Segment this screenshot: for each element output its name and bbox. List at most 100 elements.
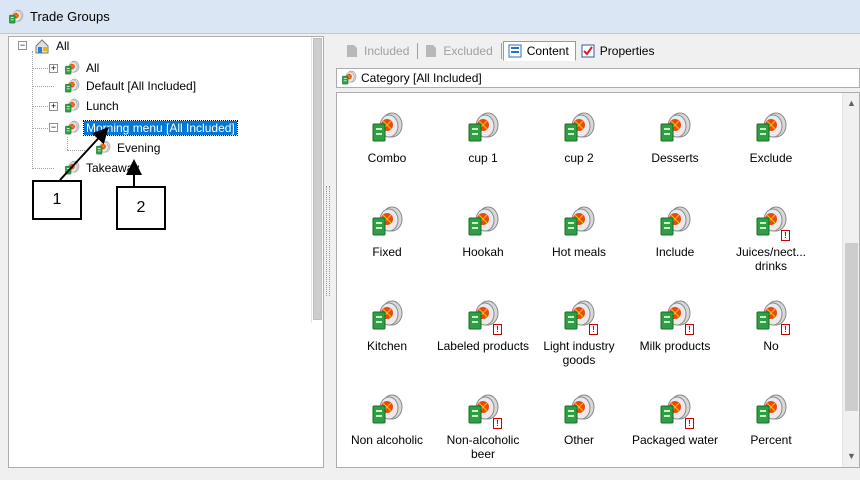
trade-group-icon — [754, 393, 788, 427]
tree-node-root[interactable]: All — [34, 37, 71, 55]
item-label: cup 1 — [468, 151, 498, 165]
trade-group-item[interactable]: ! Milk products — [627, 299, 723, 353]
panel-splitter[interactable] — [326, 186, 330, 296]
trade-group-item[interactable]: ! Packaged water — [627, 393, 723, 447]
trade-group-item[interactable]: Kitchen — [339, 299, 435, 353]
trade-group-item[interactable]: cup 1 — [435, 111, 531, 165]
collapse-toggle[interactable]: − — [18, 41, 27, 50]
category-header: Category [All Included] — [336, 68, 860, 88]
trade-group-icon: ! — [754, 299, 790, 335]
trade-group-icon — [64, 160, 80, 176]
tree-scrollbar[interactable] — [311, 37, 323, 323]
trade-group-item[interactable]: Other — [531, 393, 627, 447]
trade-group-icon — [370, 111, 404, 145]
warning-badge-icon: ! — [493, 324, 502, 335]
scroll-down-icon[interactable]: ▼ — [843, 448, 859, 465]
trade-group-item[interactable]: ! Juices/nect... drinks — [723, 205, 819, 273]
category-label: Category [All Included] — [361, 71, 482, 85]
tree-node-label: Default [All Included] — [86, 79, 197, 93]
tree-node-default[interactable]: Default [All Included] — [64, 77, 198, 95]
trade-group-item[interactable]: Hot meals — [531, 205, 627, 259]
item-label: Non alcoholic — [350, 433, 424, 447]
title-bar: Trade Groups — [0, 0, 860, 34]
item-label: Labeled products — [436, 339, 530, 353]
content-icon — [508, 44, 522, 58]
tab-separator — [500, 43, 502, 59]
tab-bar: Included Excluded Content Properties — [340, 40, 661, 62]
trade-group-item[interactable]: Include — [627, 205, 723, 259]
trade-group-item[interactable]: Exclude — [723, 111, 819, 165]
warning-badge-icon: ! — [685, 418, 694, 429]
tree-panel[interactable]: − All + All Default [All Included] + Lun… — [8, 36, 324, 468]
tree-node-label: All — [56, 39, 70, 53]
warning-badge-icon: ! — [685, 324, 694, 335]
trade-group-item[interactable]: Percent — [723, 393, 819, 447]
item-label: Exclude — [749, 151, 793, 165]
tab-content[interactable]: Content — [502, 41, 576, 61]
trade-group-icon — [466, 111, 500, 145]
right-panel: Included Excluded Content Properties Cat… — [332, 36, 860, 468]
scroll-up-icon[interactable]: ▲ — [843, 95, 859, 112]
tab-excluded[interactable]: Excluded — [419, 41, 499, 61]
trade-group-icon: ! — [466, 299, 502, 335]
tab-label: Content — [526, 44, 569, 58]
tree-node-evening[interactable]: Evening — [95, 139, 162, 157]
annotation-box-1: 1 — [32, 180, 82, 220]
tree-node-takeaway[interactable]: Takeaway — [64, 159, 141, 177]
item-label: Other — [563, 433, 594, 447]
warning-badge-icon: ! — [781, 324, 790, 335]
tree-node-label: Lunch — [86, 99, 119, 113]
trade-group-item[interactable]: cup 2 — [531, 111, 627, 165]
trade-group-icon — [64, 120, 80, 136]
expand-toggle[interactable]: + — [49, 102, 58, 111]
trade-group-icon — [754, 111, 788, 145]
tree-node-morning-menu[interactable]: Morning menu [All Included] — [64, 119, 238, 137]
trade-group-icon — [658, 111, 692, 145]
trade-group-item[interactable]: ! Light industry goods — [531, 299, 627, 367]
tab-properties[interactable]: Properties — [576, 41, 662, 61]
item-label: Non-alcoholic beer — [446, 433, 520, 461]
item-label: Desserts — [651, 151, 699, 165]
trade-group-item[interactable]: Desserts — [627, 111, 723, 165]
main-area: − All + All Default [All Included] + Lun… — [4, 36, 860, 476]
item-label: Milk products — [639, 339, 711, 353]
trade-group-item[interactable]: ! No — [723, 299, 819, 353]
tree-node-label: Takeaway — [86, 161, 140, 175]
content-grid[interactable]: ▲ ▼ Combo cup 1 cup 2 Desserts Exclude Fixed H… — [336, 92, 860, 468]
item-label: Light industry goods — [543, 339, 615, 367]
expand-toggle[interactable]: + — [49, 64, 58, 73]
tree-node-label: Morning menu [All Included] — [83, 120, 238, 136]
tab-label: Included — [364, 44, 410, 58]
trade-group-item[interactable]: ! Labeled products — [435, 299, 531, 353]
item-label: No — [763, 339, 779, 353]
trade-group-icon: ! — [658, 393, 694, 429]
trade-group-icon — [370, 393, 404, 427]
trade-group-item[interactable]: Hookah — [435, 205, 531, 259]
tree-scrollbar-thumb[interactable] — [313, 38, 322, 320]
trade-group-icon: ! — [562, 299, 598, 335]
trade-group-icon — [370, 205, 404, 239]
item-label: Combo — [367, 151, 407, 165]
tree-node-all[interactable]: All — [64, 59, 101, 77]
warning-badge-icon: ! — [781, 230, 790, 241]
trade-group-item[interactable]: Combo — [339, 111, 435, 165]
item-label: Packaged water — [631, 433, 719, 447]
tab-label: Properties — [599, 44, 655, 58]
trade-group-item[interactable]: Fixed — [339, 205, 435, 259]
item-label: Juices/nect... drinks — [735, 245, 807, 273]
tab-included[interactable]: Included — [340, 41, 416, 61]
annotation-label: 1 — [52, 191, 62, 208]
item-label: cup 2 — [564, 151, 594, 165]
warning-badge-icon: ! — [589, 324, 598, 335]
trade-group-item[interactable]: ! Non-alcoholic beer — [435, 393, 531, 461]
trade-group-icon: ! — [658, 299, 694, 335]
content-scrollbar-thumb[interactable] — [845, 243, 858, 411]
collapse-toggle[interactable]: − — [49, 123, 58, 132]
item-label: Percent — [750, 433, 792, 447]
content-scrollbar[interactable]: ▲ ▼ — [842, 93, 859, 467]
trade-group-icon — [562, 111, 596, 145]
tree-node-lunch[interactable]: Lunch — [64, 97, 121, 115]
window-title: Trade Groups — [30, 9, 110, 24]
properties-icon — [581, 44, 595, 58]
trade-group-item[interactable]: Non alcoholic — [339, 393, 435, 447]
